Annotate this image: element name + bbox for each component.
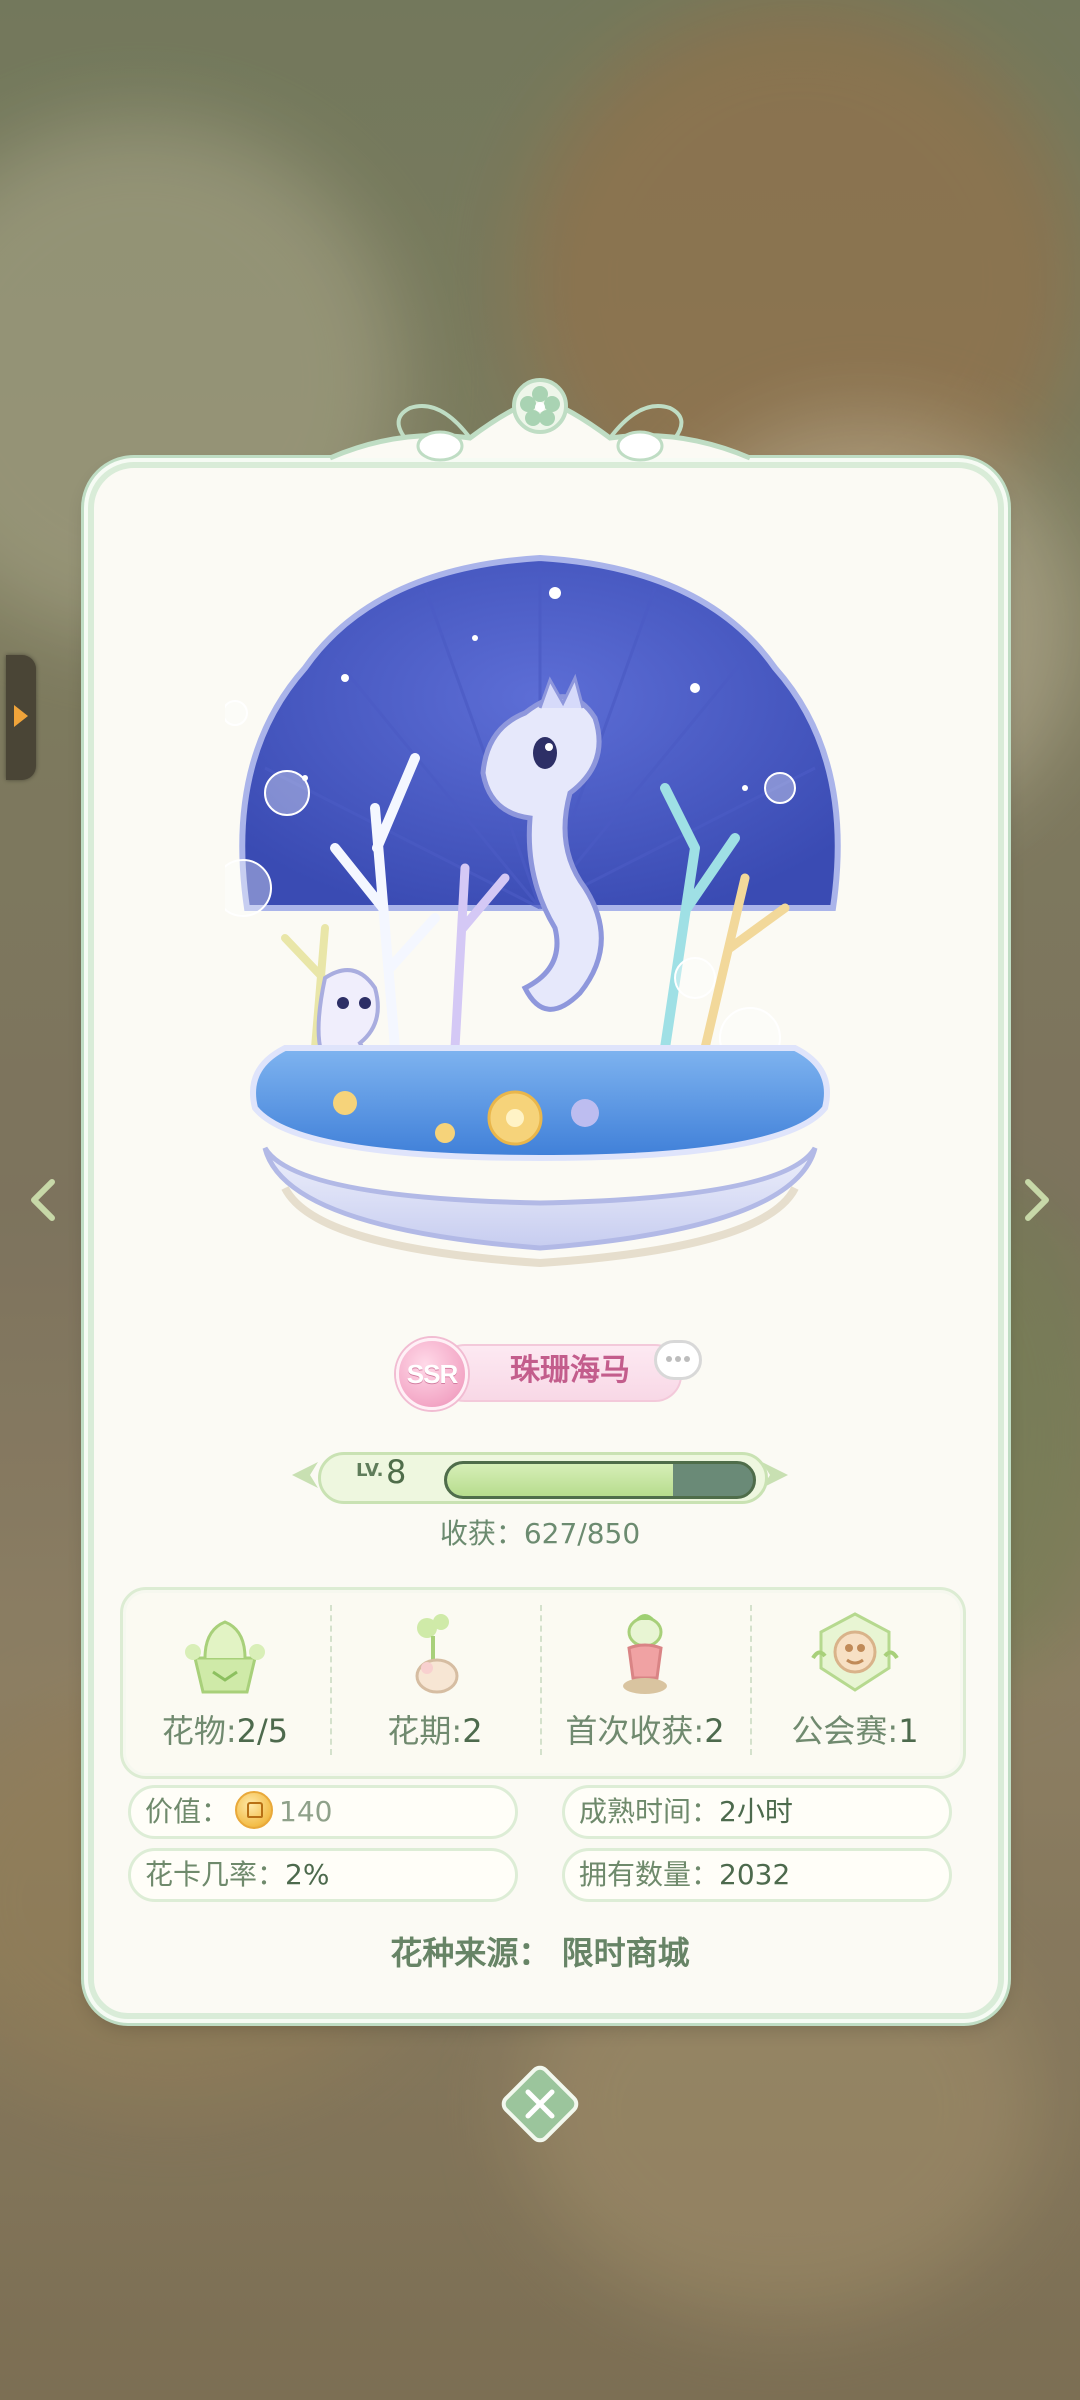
value-field: 价值： 140 bbox=[128, 1785, 518, 1839]
rarity-badge: SSR bbox=[396, 1338, 468, 1410]
value-label: 价值： bbox=[145, 1795, 230, 1828]
level-prefix: LV. bbox=[356, 1460, 384, 1481]
stat-value: 2 bbox=[704, 1712, 725, 1750]
stat-label: 首次收获: bbox=[565, 1712, 705, 1750]
owned-count-value: 2032 bbox=[719, 1858, 791, 1891]
previous-arrow-icon[interactable] bbox=[14, 1170, 74, 1230]
chat-bubble-icon[interactable] bbox=[654, 1340, 702, 1380]
maturity-time-value: 2小时 bbox=[719, 1795, 793, 1828]
owned-count-label: 拥有数量： bbox=[579, 1858, 720, 1891]
seed-source: 花种来源： 限时商城 bbox=[390, 1934, 690, 1972]
level-number: 8 bbox=[386, 1453, 407, 1491]
maturity-time-label: 成熟时间： bbox=[579, 1795, 720, 1828]
stat-label: 花期: bbox=[387, 1712, 463, 1750]
stat-label: 花物: bbox=[161, 1712, 237, 1750]
flower-name: 珠珊海马 bbox=[510, 1353, 630, 1388]
flower-pot-icon bbox=[185, 1620, 265, 1694]
card-rate-value: 2% bbox=[285, 1858, 330, 1891]
next-arrow-icon[interactable] bbox=[1006, 1170, 1066, 1230]
stat-guild-contest[interactable]: 公会赛:1 bbox=[750, 1600, 960, 1760]
owned-count-field: 拥有数量：2032 bbox=[562, 1848, 952, 1902]
stat-value: 2 bbox=[462, 1712, 483, 1750]
stat-flower-items[interactable]: 花物:2/5 bbox=[120, 1600, 330, 1760]
seedling-figure-icon bbox=[623, 1614, 667, 1694]
coral-seahorse-artwork bbox=[225, 554, 841, 1268]
card-crown-ornament bbox=[329, 378, 751, 462]
value-amount: 140 bbox=[279, 1795, 333, 1828]
stat-first-harvest[interactable]: 首次收获:2 bbox=[540, 1600, 750, 1760]
coin-icon bbox=[235, 1791, 274, 1829]
guild-crest-icon bbox=[811, 1612, 899, 1692]
maturity-time-field: 成熟时间：2小时 bbox=[562, 1785, 952, 1839]
stat-value: 1 bbox=[898, 1712, 919, 1750]
stat-label: 公会赛: bbox=[791, 1712, 899, 1750]
harvest-progress-fill bbox=[447, 1464, 674, 1496]
side-drawer-tab[interactable] bbox=[6, 655, 36, 780]
stat-flowering[interactable]: 花期:2 bbox=[330, 1600, 540, 1760]
close-icon[interactable] bbox=[498, 2062, 582, 2146]
harvest-progress-bar bbox=[444, 1461, 756, 1499]
sprout-icon bbox=[415, 1614, 459, 1694]
harvest-count: 收获：627/850 bbox=[439, 1517, 641, 1550]
card-rate-label: 花卡几率： bbox=[145, 1858, 286, 1891]
stat-value: 2/5 bbox=[236, 1712, 289, 1750]
play-arrow-icon bbox=[14, 705, 28, 727]
card-rate-field: 花卡几率：2% bbox=[128, 1848, 518, 1902]
